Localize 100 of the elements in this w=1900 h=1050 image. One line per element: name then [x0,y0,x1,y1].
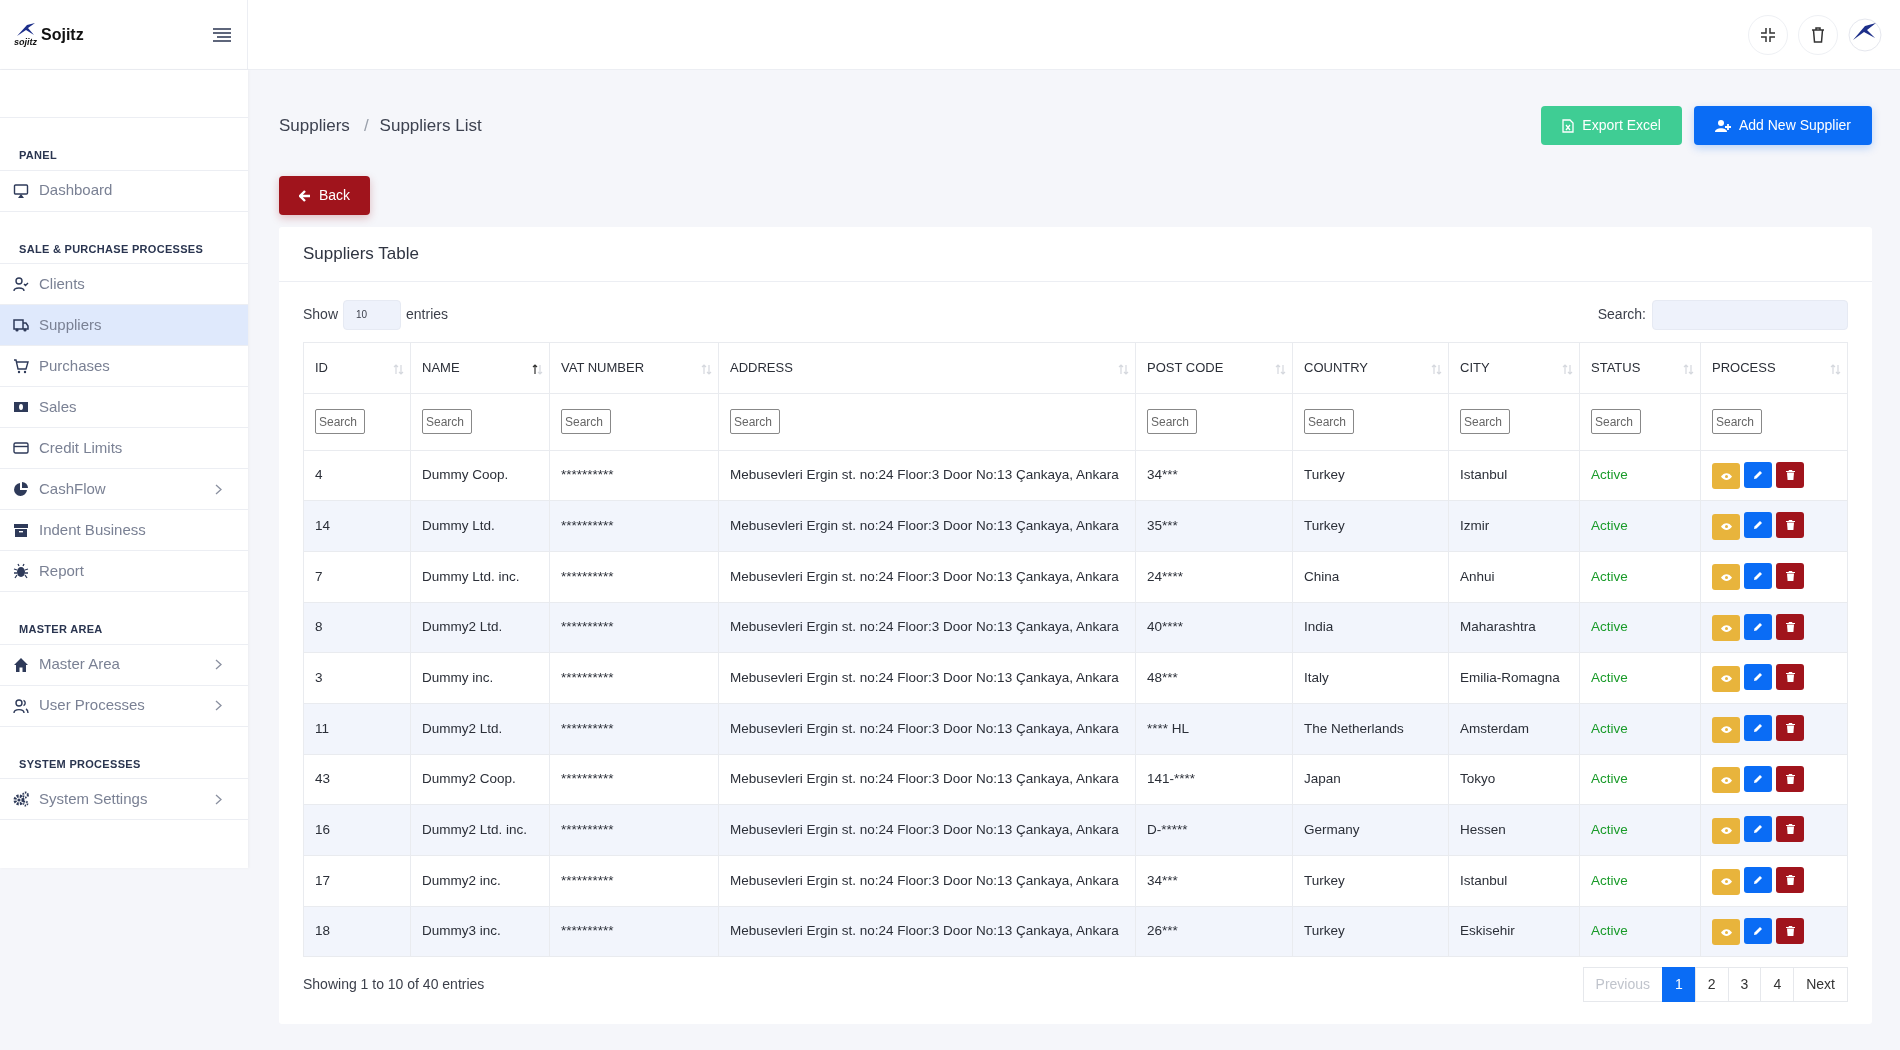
edit-button[interactable] [1744,867,1772,894]
column-filter-field[interactable]: Search [315,409,365,434]
column-filter-field[interactable]: Search [730,409,780,434]
avatar[interactable] [1848,17,1882,52]
page-length-select[interactable]: 10 [343,299,402,330]
delete-button[interactable] [1776,715,1804,742]
table-cell: Dummy2 Coop. [410,754,550,805]
excel-file-icon [1562,118,1575,133]
delete-button[interactable] [1776,613,1804,640]
table-cell: Hessen [1448,804,1580,856]
sidebar-item[interactable]: Report [0,551,248,592]
table-cell: ********** [549,855,719,907]
sidebar-item[interactable]: CashFlow [0,469,248,510]
column-filter-field[interactable]: Search [1460,409,1510,434]
edit-button[interactable] [1744,562,1772,589]
pagination-button[interactable]: 2 [1694,967,1729,1003]
table-cell: 34*** [1135,855,1293,907]
table-cell: ********** [549,500,719,552]
trash-icon [1785,773,1795,784]
delete-button[interactable] [1776,917,1804,944]
trash-icon [1785,925,1795,936]
column-filter-field[interactable]: Search [1147,409,1197,434]
collapse-icon [1761,27,1775,42]
column-filter-field[interactable]: Search [422,409,472,434]
sidebar-item[interactable]: Dashboard [0,170,248,212]
table-cell: D-***** [1135,804,1293,856]
sidebar-item[interactable]: Purchases [0,346,248,387]
sidebar-item[interactable]: Sales [0,387,248,428]
edit-button[interactable] [1744,816,1772,843]
delete-button[interactable] [1776,461,1804,488]
edit-button[interactable] [1744,613,1772,640]
eye-icon [1720,726,1732,734]
column-filter-field[interactable]: Search [1712,409,1762,434]
fullscreen-exit-button[interactable] [1748,14,1788,55]
column-header[interactable]: NAME [410,342,550,393]
column-header[interactable]: CITY [1448,342,1580,393]
table-cell: Italy [1292,652,1449,704]
section-heading: SYSTEM PROCESSES [19,757,141,770]
archive-icon [13,522,29,538]
delete-button[interactable] [1776,512,1804,539]
delete-button[interactable] [1776,562,1804,589]
column-header[interactable]: VAT NUMBER [549,342,719,393]
breadcrumb-link[interactable]: Suppliers [279,115,350,135]
trash-button[interactable] [1798,14,1838,55]
table-cell: Mebusevleri Ergin st. no:24 Floor:3 Door No:13 Çankaya, Ankara [718,500,1136,552]
table-cell: Dummy Coop. [410,450,550,501]
trash-icon [1785,469,1795,480]
column-filter-field[interactable]: Search [561,409,611,434]
status-text: Active [1591,619,1628,635]
pagination-button[interactable]: Next [1793,967,1848,1003]
sidebar-item[interactable]: Master Area [0,644,248,686]
pagination-button[interactable]: 4 [1760,967,1795,1003]
menu-icon[interactable] [213,27,231,42]
sidebar-item[interactable]: Indent Business [0,510,248,551]
sidebar-item[interactable]: User Processes [0,685,248,727]
status-text: Active [1591,669,1628,685]
edit-button[interactable] [1744,512,1772,539]
trash-icon [1785,520,1795,531]
column-header[interactable]: COUNTRY [1292,342,1449,393]
delete-button[interactable] [1776,765,1804,792]
table-cell: Mebusevleri Ergin st. no:24 Floor:3 Door No:13 Çankaya, Ankara [718,602,1136,653]
sidebar-item[interactable]: System Settings [0,779,248,820]
back-button[interactable]: Back [279,176,371,215]
status-text: Active [1591,568,1628,584]
edit-button[interactable] [1744,765,1772,792]
pencil-icon [1753,723,1763,734]
column-filter-field[interactable]: Search [1591,409,1641,434]
truck-icon [13,317,29,333]
edit-button[interactable] [1744,715,1772,742]
column-header[interactable]: ID [303,342,411,393]
pencil-icon [1753,570,1763,581]
search-field[interactable] [1652,299,1848,330]
breadcrumb-current: Suppliers List [379,115,482,135]
table-cell: 35*** [1135,500,1293,552]
brand-name: Sojitz [41,24,84,45]
table-cell: Mebusevleri Ergin st. no:24 Floor:3 Door No:13 Çankaya, Ankara [718,906,1136,957]
column-header[interactable]: PROCESS [1700,342,1848,393]
pagination-button[interactable]: 3 [1727,967,1762,1003]
edit-button[interactable] [1744,461,1772,488]
sidebar-item[interactable]: Credit Limits [0,428,248,469]
column-header[interactable]: POST CODE [1135,342,1293,393]
table-cell: Turkey [1292,906,1449,957]
column-filter-field[interactable]: Search [1304,409,1354,434]
table-cell: The Netherlands [1292,703,1449,755]
add-supplier-button[interactable]: Add New Supplier [1693,106,1872,145]
delete-button[interactable] [1776,867,1804,894]
table-cell: 17 [303,855,411,907]
column-header[interactable]: ADDRESS [718,342,1136,393]
edit-button[interactable] [1744,917,1772,944]
eye-icon [1720,624,1732,632]
delete-button[interactable] [1776,816,1804,843]
edit-button[interactable] [1744,664,1772,691]
pagination-button[interactable]: 1 [1662,967,1696,1003]
column-header[interactable]: STATUS [1579,342,1701,393]
table-cell: 8 [303,602,411,653]
eye-icon [1720,776,1732,784]
delete-button[interactable] [1776,664,1804,691]
eye-icon [1720,523,1732,531]
user-plus-icon [1714,119,1731,132]
eye-icon [1720,573,1732,581]
